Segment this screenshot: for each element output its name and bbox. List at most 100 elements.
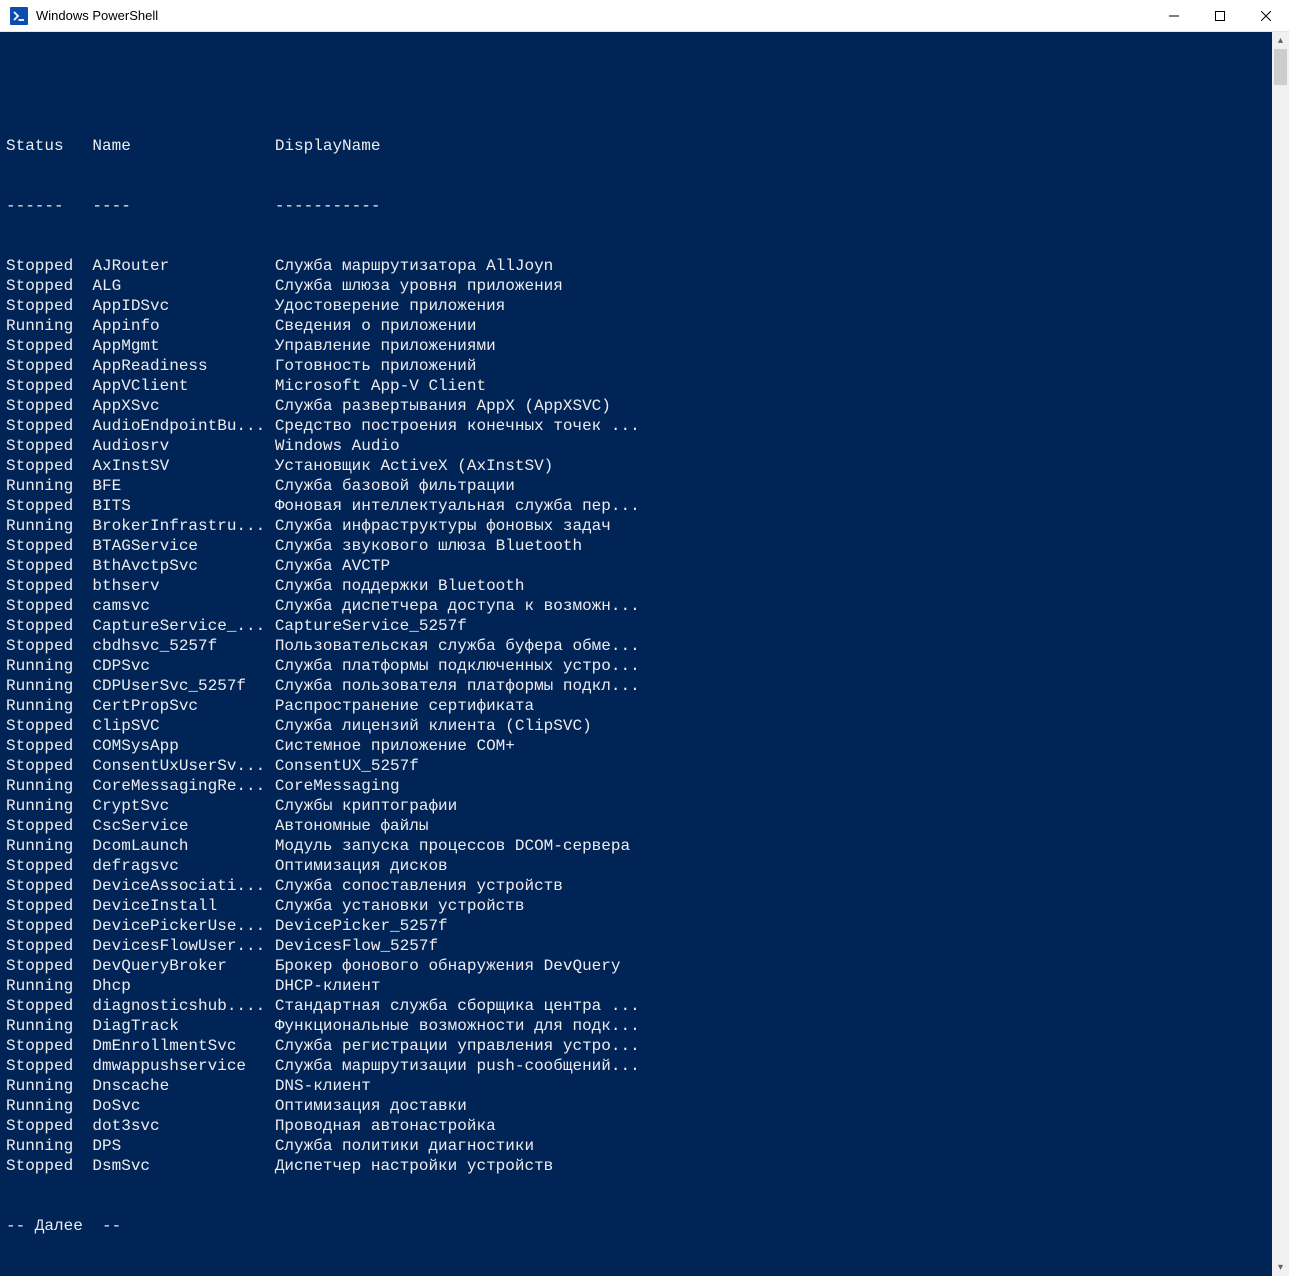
header-status: Status <box>6 136 92 156</box>
service-status: Stopped <box>6 436 92 456</box>
service-row: StoppedConsentUxUserSv...ConsentUX_5257f <box>6 756 1272 776</box>
close-button[interactable] <box>1243 0 1289 32</box>
service-display: Фоновая интеллектуальная служба пер... <box>275 496 640 516</box>
service-display: Служба регистрации управления устро... <box>275 1036 640 1056</box>
service-display: Служба поддержки Bluetooth <box>275 576 525 596</box>
service-row: StoppeddmwappushserviceСлужба маршрутиза… <box>6 1056 1272 1076</box>
service-row: RunningBrokerInfrastru...Служба инфрастр… <box>6 516 1272 536</box>
service-row: StoppedbthservСлужба поддержки Bluetooth <box>6 576 1272 596</box>
service-row: StoppedBthAvctpSvcСлужба AVCTP <box>6 556 1272 576</box>
service-status: Running <box>6 1136 92 1156</box>
service-name: DevQueryBroker <box>92 956 274 976</box>
service-row: RunningAppinfoСведения о приложении <box>6 316 1272 336</box>
service-status: Stopped <box>6 756 92 776</box>
service-status: Stopped <box>6 576 92 596</box>
divider-row: --------------------- <box>6 196 1272 216</box>
scroll-track[interactable] <box>1272 49 1289 1259</box>
service-display: ConsentUX_5257f <box>275 756 419 776</box>
service-status: Stopped <box>6 856 92 876</box>
service-display: Служба звукового шлюза Bluetooth <box>275 536 582 556</box>
service-row: Stoppeddot3svcПроводная автонастройка <box>6 1116 1272 1136</box>
service-row: RunningCDPSvcСлужба платформы подключенн… <box>6 656 1272 676</box>
service-display: Удостоверение приложения <box>275 296 505 316</box>
service-status: Running <box>6 476 92 496</box>
service-row: StoppedBTAGServiceСлужба звукового шлюза… <box>6 536 1272 556</box>
service-status: Stopped <box>6 1056 92 1076</box>
powershell-icon <box>10 7 28 25</box>
scroll-down-arrow-icon[interactable]: ▾ <box>1272 1259 1289 1276</box>
service-status: Running <box>6 1016 92 1036</box>
service-row: StoppedDevQueryBrokerБрокер фонового обн… <box>6 956 1272 976</box>
scroll-thumb[interactable] <box>1274 49 1287 85</box>
service-display: Служба платформы подключенных устро... <box>275 656 640 676</box>
service-name: Dnscache <box>92 1076 274 1096</box>
service-name: DevicePickerUse... <box>92 916 274 936</box>
service-row: StoppedAxInstSVУстановщик ActiveX (AxIns… <box>6 456 1272 476</box>
service-display: DevicesFlow_5257f <box>275 936 438 956</box>
service-status: Running <box>6 656 92 676</box>
service-name: CoreMessagingRe... <box>92 776 274 796</box>
service-name: dmwappushservice <box>92 1056 274 1076</box>
service-row: Stoppeddiagnosticshub....Стандартная слу… <box>6 996 1272 1016</box>
service-display: Сведения о приложении <box>275 316 477 336</box>
service-name: CDPUserSvc_5257f <box>92 676 274 696</box>
service-display: DNS-клиент <box>275 1076 371 1096</box>
service-status: Stopped <box>6 416 92 436</box>
service-row: RunningDcomLaunchМодуль запуска процессо… <box>6 836 1272 856</box>
service-row: StoppedDevicePickerUse...DevicePicker_52… <box>6 916 1272 936</box>
service-display: Модуль запуска процессов DCOM-сервера <box>275 836 630 856</box>
service-status: Stopped <box>6 456 92 476</box>
service-row: StoppedAppReadinessГотовность приложений <box>6 356 1272 376</box>
service-row: StoppedAppVClientMicrosoft App-V Client <box>6 376 1272 396</box>
service-display: Служба маршрутизатора AllJoyn <box>275 256 553 276</box>
minimize-button[interactable] <box>1151 0 1197 32</box>
service-display: Служба базовой фильтрации <box>275 476 515 496</box>
service-name: DeviceInstall <box>92 896 274 916</box>
service-row: RunningCryptSvcСлужбы криптографии <box>6 796 1272 816</box>
service-name: BFE <box>92 476 274 496</box>
service-status: Running <box>6 1076 92 1096</box>
client-area: StatusNameDisplayName ------------------… <box>0 32 1289 1276</box>
service-name: COMSysApp <box>92 736 274 756</box>
service-name: AppIDSvc <box>92 296 274 316</box>
header-name: Name <box>92 136 274 156</box>
service-name: DsmSvc <box>92 1156 274 1176</box>
service-name: bthserv <box>92 576 274 596</box>
service-display: Служба шлюза уровня приложения <box>275 276 563 296</box>
service-display: Стандартная служба сборщика центра ... <box>275 996 640 1016</box>
service-status: Stopped <box>6 1036 92 1056</box>
service-row: RunningBFEСлужба базовой фильтрации <box>6 476 1272 496</box>
service-name: ClipSVC <box>92 716 274 736</box>
service-display: Microsoft App-V Client <box>275 376 486 396</box>
service-display: Служба AVCTP <box>275 556 390 576</box>
maximize-button[interactable] <box>1197 0 1243 32</box>
service-name: ALG <box>92 276 274 296</box>
service-row: RunningCertPropSvcРаспространение сертиф… <box>6 696 1272 716</box>
service-status: Stopped <box>6 596 92 616</box>
service-display: Диспетчер настройки устройств <box>275 1156 553 1176</box>
service-status: Stopped <box>6 396 92 416</box>
scroll-up-arrow-icon[interactable]: ▴ <box>1272 32 1289 49</box>
terminal-output[interactable]: StatusNameDisplayName ------------------… <box>0 32 1272 1276</box>
service-name: ConsentUxUserSv... <box>92 756 274 776</box>
service-status: Stopped <box>6 496 92 516</box>
service-status: Running <box>6 516 92 536</box>
service-row: StoppedAppMgmtУправление приложениями <box>6 336 1272 356</box>
service-display: Служба пользователя платформы подкл... <box>275 676 640 696</box>
service-status: Stopped <box>6 376 92 396</box>
service-display: Оптимизация доставки <box>275 1096 467 1116</box>
service-display: Служба развертывания AppX (AppXSVC) <box>275 396 611 416</box>
service-display: Служба инфраструктуры фоновых задач <box>275 516 611 536</box>
service-row: StoppedCscServiceАвтономные файлы <box>6 816 1272 836</box>
service-name: DmEnrollmentSvc <box>92 1036 274 1056</box>
service-name: AppReadiness <box>92 356 274 376</box>
service-row: StoppedDsmSvcДиспетчер настройки устройс… <box>6 1156 1272 1176</box>
service-display: Брокер фонового обнаружения DevQuery <box>275 956 621 976</box>
service-display: Пользовательская служба буфера обме... <box>275 636 640 656</box>
service-name: Audiosrv <box>92 436 274 456</box>
vertical-scrollbar[interactable]: ▴ ▾ <box>1272 32 1289 1276</box>
service-status: Stopped <box>6 716 92 736</box>
service-display: CaptureService_5257f <box>275 616 467 636</box>
service-row: StoppedALGСлужба шлюза уровня приложения <box>6 276 1272 296</box>
service-name: BITS <box>92 496 274 516</box>
